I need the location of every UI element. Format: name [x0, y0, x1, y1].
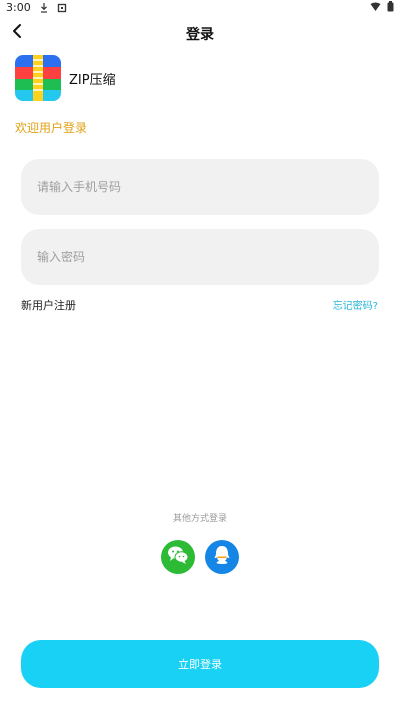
- app-brand: ZIP压缩: [15, 54, 116, 102]
- phone-number-input[interactable]: [21, 159, 379, 215]
- qq-login-button[interactable]: [205, 540, 239, 574]
- app-name: ZIP压缩: [69, 72, 116, 88]
- wechat-icon: [167, 545, 189, 569]
- app-notification-icon: [57, 3, 67, 13]
- zip-archive-icon: [15, 55, 61, 101]
- forgot-password-link[interactable]: 忘记密码?: [333, 297, 378, 312]
- qq-icon: [213, 545, 231, 569]
- status-time: 3:00: [6, 1, 31, 14]
- battery-icon: [387, 1, 394, 12]
- other-login-label: 其他方式登录: [172, 514, 227, 524]
- wifi-icon: [370, 2, 381, 12]
- password-input[interactable]: [21, 229, 379, 285]
- download-icon: [39, 2, 49, 13]
- welcome-text: 欢迎用户登录: [15, 121, 88, 135]
- register-link[interactable]: 新用户注册: [21, 297, 76, 313]
- wechat-login-button[interactable]: [161, 540, 195, 574]
- status-left: 3:00: [6, 1, 67, 14]
- status-right: [370, 1, 394, 12]
- page-title: 登录: [186, 27, 214, 43]
- login-page: 3:00 登录 ZIP压缩 欢迎用户登录 请输入手机号码 新用户注册 忘记密码?…: [0, 0, 400, 712]
- app-header: 登录: [0, 18, 400, 48]
- login-button[interactable]: 立即登录: [21, 640, 379, 688]
- status-bar: 3:00: [0, 0, 400, 18]
